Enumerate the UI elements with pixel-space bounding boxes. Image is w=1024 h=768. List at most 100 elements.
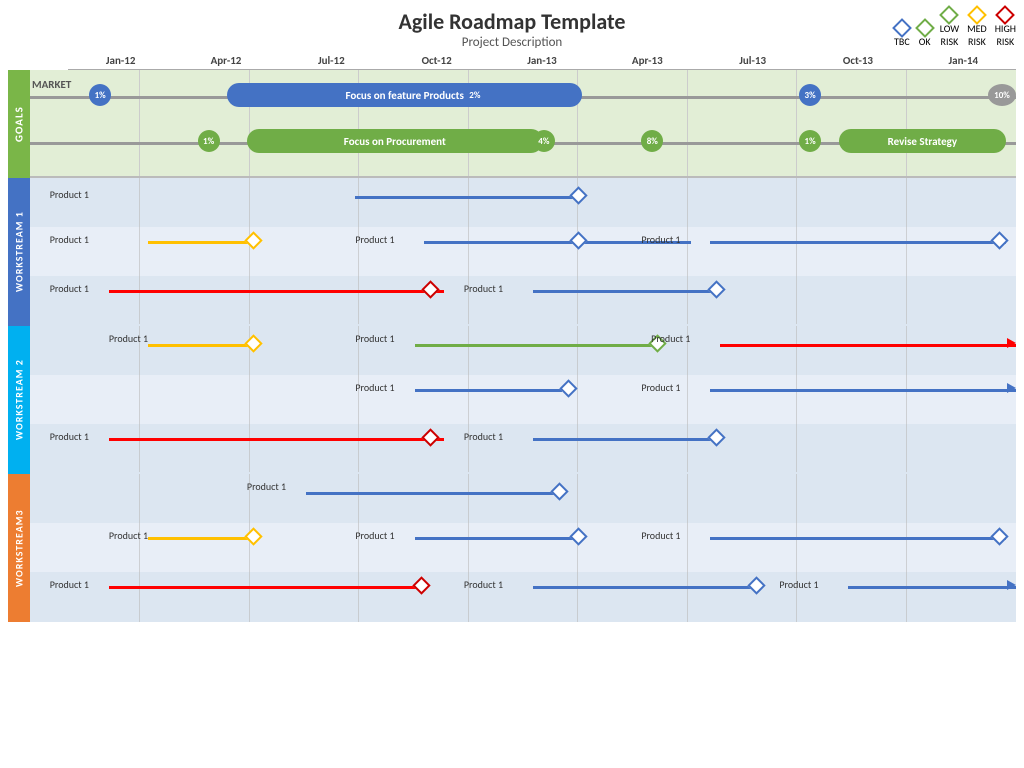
ws3-row3-bg xyxy=(30,572,1016,622)
ws3-r1-label: Product 1 xyxy=(247,480,286,493)
col-oct12: Oct-12 xyxy=(384,54,489,67)
low-risk-label: LOWRISK xyxy=(940,22,959,48)
ws1-r2-label2: Product 1 xyxy=(355,233,394,246)
ws2-row1-bg xyxy=(30,326,1016,375)
legend-high-risk: HIGHRISK xyxy=(995,8,1016,48)
timeline-header: Jan-12 Apr-12 Jul-12 Oct-12 Jan-13 Apr-1… xyxy=(68,54,1016,70)
ws2-row2-bg xyxy=(30,375,1016,424)
ws3-gl6 xyxy=(687,474,688,622)
med-risk-label: MEDRISK xyxy=(967,22,987,48)
ws2-r3-label: Product 1 xyxy=(50,430,89,443)
col-jan12: Jan-12 xyxy=(68,54,173,67)
ws2-r3-label2: Product 1 xyxy=(464,430,503,443)
ws1-r3-blue xyxy=(533,290,720,293)
grid-line-7 xyxy=(796,70,797,176)
ws2-gl7 xyxy=(796,326,797,472)
ws2-r1-green xyxy=(415,344,662,347)
ws2-gl4 xyxy=(468,326,469,472)
milestone-4pct-row2: 4% xyxy=(533,130,555,152)
grid-line-8 xyxy=(906,70,907,176)
grid-line-1 xyxy=(139,70,140,176)
milestone-3pct-row1: 3% xyxy=(799,84,821,106)
ws1-r2-label1: Product 1 xyxy=(50,233,89,246)
ws1-row1-bg xyxy=(30,178,1016,227)
ws3-gl2 xyxy=(249,474,250,622)
page-subtitle: Project Description xyxy=(8,35,1016,50)
ws1-r2-blue2 xyxy=(710,241,1006,244)
goals-section: MARKET 1% Focus on feature Products 2% 3… xyxy=(30,70,1016,178)
ws2-r1-label3: Product 1 xyxy=(651,332,690,345)
ok-diamond xyxy=(915,18,935,38)
ws1-gl4 xyxy=(468,178,469,324)
ws1-gl6 xyxy=(687,178,688,324)
ws3-gl5 xyxy=(577,474,578,622)
page-title: Agile Roadmap Template xyxy=(8,8,1016,35)
ws2-gl3 xyxy=(358,326,359,472)
ws1-gl2 xyxy=(249,178,250,324)
ws3-gl7 xyxy=(796,474,797,622)
ws1-label: WORKSTREAM 1 xyxy=(8,178,30,326)
ws2-gl5 xyxy=(577,326,578,472)
ws2-r1-red xyxy=(720,344,1016,347)
ws2-label: WORKSTREAM 2 xyxy=(8,326,30,474)
col-jul13: Jul-13 xyxy=(700,54,805,67)
ws3-r2-label3: Product 1 xyxy=(641,529,680,542)
ws3-gl8 xyxy=(906,474,907,622)
ws2-r3-blue xyxy=(533,438,720,441)
col-jan14: Jan-14 xyxy=(911,54,1016,67)
ws2-r1-red-arrow xyxy=(1007,338,1016,348)
ws2-r2-blue2 xyxy=(710,389,1016,392)
col-apr12: Apr-12 xyxy=(173,54,278,67)
bar-revise-strategy: Revise Strategy xyxy=(839,129,1007,153)
ws2-gl6 xyxy=(687,326,688,472)
market-label: MARKET xyxy=(32,78,71,91)
ws1-row3-bg xyxy=(30,276,1016,326)
col-oct13: Oct-13 xyxy=(805,54,910,67)
goals-label: GOALS xyxy=(8,70,30,178)
ws2-r1-yellow xyxy=(148,344,256,347)
milestone-10pct-row1: 10% xyxy=(988,84,1016,106)
ws3-row2-bg xyxy=(30,523,1016,572)
ws2-r2-blue-arrow xyxy=(1007,383,1016,393)
ws3-gl1 xyxy=(139,474,140,622)
milestone-2pct-row1: 2% xyxy=(464,84,486,106)
page-header: Agile Roadmap Template Project Descripti… xyxy=(8,8,1016,50)
ws2-section: Product 1 Product 1 Product 1 Product 1 … xyxy=(30,326,1016,474)
ws3-gl4 xyxy=(468,474,469,622)
col-jul12: Jul-12 xyxy=(279,54,384,67)
ws1-gl7 xyxy=(796,178,797,324)
ws3-row1-bg xyxy=(30,474,1016,523)
ws3-r3-label2: Product 1 xyxy=(464,578,503,591)
ws2-r1-label1: Product 1 xyxy=(109,332,148,345)
ws1-section: Product 1 Product 1 Product 1 Product 1 xyxy=(30,178,1016,326)
ws1-gl1 xyxy=(139,178,140,324)
high-risk-label: HIGHRISK xyxy=(995,22,1016,48)
ws2-r2-label: Product 1 xyxy=(355,381,394,394)
bar-focus-procurement: Focus on Procurement xyxy=(247,129,543,153)
ws1-r3-label2: Product 1 xyxy=(464,282,503,295)
ws1-gl3 xyxy=(358,178,359,324)
ws3-label: WORKSTREAM3 xyxy=(8,474,30,622)
milestone-1pct-row2b: 1% xyxy=(799,130,821,152)
ws2-r2-blue1 xyxy=(415,389,563,392)
content-area: MARKET 1% Focus on feature Products 2% 3… xyxy=(30,70,1016,760)
milestone-1pct-row2: 1% xyxy=(198,130,220,152)
grid-line-6 xyxy=(687,70,688,176)
ws1-r1-line xyxy=(355,196,582,199)
ws3-r3-blue2 xyxy=(848,586,1016,589)
ws3-r2-label2: Product 1 xyxy=(355,529,394,542)
main-content: GOALS WORKSTREAM 1 WORKSTREAM 2 WORKSTRE… xyxy=(8,70,1016,760)
ws3-gl3 xyxy=(358,474,359,622)
legend: TBC OK LOWRISK MEDRISK HIGHRISK xyxy=(894,8,1016,48)
legend-med-risk: MEDRISK xyxy=(967,8,987,48)
ws2-gl1 xyxy=(139,326,140,472)
milestone-8pct-row2: 8% xyxy=(641,130,663,152)
ws3-r1-blue xyxy=(306,492,562,495)
ws3-section: Product 1 Product 1 Product 1 Product 1 … xyxy=(30,474,1016,622)
ws3-r3-blue xyxy=(533,586,760,589)
ws1-row2-bg xyxy=(30,227,1016,276)
ws1-gl8 xyxy=(906,178,907,324)
ws1-r1-label: Product 1 xyxy=(50,188,89,201)
milestone-1pct-row1: 1% xyxy=(89,84,111,106)
ws2-row3-bg xyxy=(30,424,1016,474)
